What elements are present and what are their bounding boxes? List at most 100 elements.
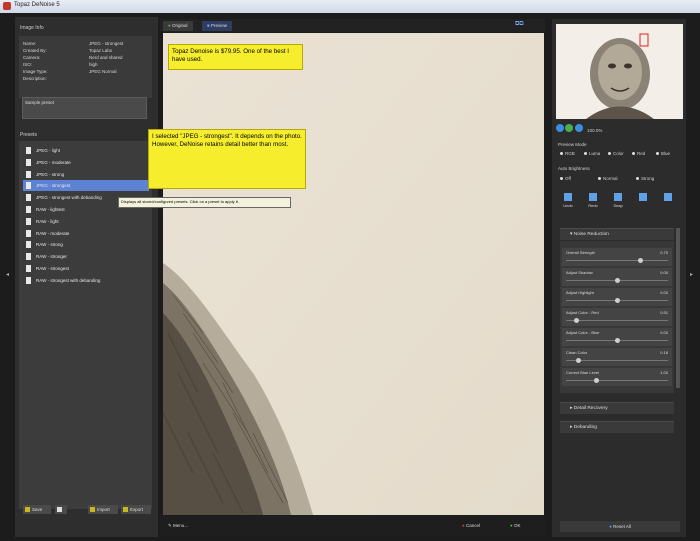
radio-dot-icon bbox=[608, 152, 611, 156]
tab-original[interactable]: ● Original bbox=[163, 21, 193, 31]
info-key: ISO: bbox=[23, 62, 33, 67]
preset-item[interactable]: JPEG - light bbox=[23, 145, 149, 156]
radio-dot-icon bbox=[560, 177, 563, 181]
save-preset-button[interactable]: Save bbox=[23, 505, 51, 514]
radio-dot-icon bbox=[636, 177, 639, 181]
preset-document-icon bbox=[26, 276, 31, 284]
slider-track[interactable] bbox=[566, 298, 668, 303]
preset-document-icon bbox=[26, 194, 31, 202]
preview-mode-label: Preview Mode bbox=[558, 142, 587, 147]
radio-option[interactable]: Blue bbox=[656, 151, 670, 156]
cancel-button[interactable]: ● Cancel bbox=[462, 521, 494, 530]
slider-value[interactable]: 1.00 bbox=[660, 370, 668, 375]
preset-item[interactable]: JPEG - moderate bbox=[23, 157, 149, 168]
compare-tool[interactable] bbox=[633, 193, 653, 211]
preset-document-icon bbox=[26, 241, 31, 249]
photo-detail bbox=[163, 33, 544, 515]
slider-track[interactable] bbox=[566, 378, 668, 383]
slider-track[interactable] bbox=[566, 338, 668, 343]
preset-item[interactable]: RAW - moderate bbox=[23, 228, 149, 239]
slider-value[interactable]: 0.51 bbox=[660, 310, 668, 315]
slider-label: Adjust Color - Red bbox=[566, 310, 599, 315]
info-value: Nerd and shared bbox=[89, 55, 123, 60]
radio-option[interactable]: Red bbox=[632, 151, 645, 156]
navigator-thumbnail[interactable] bbox=[556, 24, 683, 119]
slider-value[interactable]: 0.00 bbox=[660, 270, 668, 275]
preset-item[interactable]: RAW - strongest with debanding bbox=[23, 275, 149, 286]
section-debanding[interactable]: ▸ Debanding bbox=[560, 421, 674, 433]
slider-knob[interactable] bbox=[594, 378, 600, 383]
slider-value[interactable]: 0.70 bbox=[660, 250, 668, 255]
image-info-row: Created By: Topaz Labs bbox=[23, 48, 153, 55]
section-detail-recovery[interactable]: ▸ Detail Recovery bbox=[560, 402, 674, 414]
zoom-fit-icon[interactable] bbox=[565, 124, 574, 132]
slider-label: Clean Color bbox=[566, 350, 588, 355]
delete-preset-icon[interactable] bbox=[55, 505, 67, 514]
info-value: JPEG - strongest bbox=[89, 41, 124, 46]
reset-all-button[interactable]: ● Reset All bbox=[560, 521, 680, 532]
preset-label: RAW - strong bbox=[36, 242, 63, 248]
slider-value[interactable]: 0.00 bbox=[660, 330, 668, 335]
undo-tool[interactable]: Undo bbox=[558, 193, 578, 211]
preset-document-icon bbox=[26, 170, 31, 178]
annotation-note-price: Topaz Denoise is $79.95. One of the best… bbox=[168, 44, 303, 70]
slider-knob[interactable] bbox=[637, 258, 643, 263]
radio-option[interactable]: Normal bbox=[598, 176, 618, 181]
preset-label: JPEG - strong bbox=[36, 171, 65, 177]
radio-option[interactable]: Strong bbox=[636, 176, 654, 181]
app-icon bbox=[3, 2, 11, 10]
export-button[interactable]: Export bbox=[121, 505, 151, 514]
import-button[interactable]: Import bbox=[88, 505, 118, 514]
preset-item[interactable]: RAW - light bbox=[23, 216, 149, 227]
preset-item[interactable]: RAW - stronger bbox=[23, 251, 149, 262]
preset-label: RAW - lightest bbox=[36, 207, 65, 212]
slider-value[interactable]: 0.18 bbox=[660, 350, 668, 355]
zoom-controls: 100.0% bbox=[556, 124, 602, 134]
redo-tool[interactable]: Redo bbox=[583, 193, 603, 211]
info-value: high bbox=[89, 62, 98, 67]
presets-tooltip: Displays all stored/configured presets. … bbox=[118, 197, 291, 208]
collapse-right-arrow-icon[interactable]: ▸ bbox=[690, 272, 694, 278]
layout-tool[interactable] bbox=[658, 193, 678, 211]
slider-knob[interactable] bbox=[575, 358, 581, 363]
slider-row: Clean Color 0.18 bbox=[562, 348, 672, 366]
zoom-out-icon[interactable] bbox=[556, 124, 564, 132]
radio-option[interactable]: Color bbox=[608, 151, 624, 156]
ok-button[interactable]: ● OK bbox=[510, 521, 534, 530]
tab-preview[interactable]: ■ Preview bbox=[202, 21, 232, 31]
radio-option[interactable]: RGB bbox=[560, 151, 575, 156]
image-canvas[interactable]: Topaz Denoise is $79.95. One of the best… bbox=[163, 33, 544, 515]
preset-document-icon bbox=[26, 147, 31, 154]
description-field[interactable]: Sample preset bbox=[22, 97, 147, 119]
collapse-left-arrow-icon[interactable]: ◂ bbox=[6, 272, 10, 278]
preset-item[interactable]: JPEG - strongest bbox=[23, 180, 149, 192]
radio-option[interactable]: Off bbox=[560, 176, 571, 181]
menu-button[interactable]: ✎ Menu... bbox=[168, 521, 208, 530]
image-info-row: Image Type: JPEG Normal bbox=[23, 69, 153, 76]
slider-knob[interactable] bbox=[614, 338, 620, 343]
section-noise-reduction[interactable]: ▾ Noise Reduction bbox=[560, 228, 674, 240]
slider-track[interactable] bbox=[566, 318, 668, 323]
radio-option[interactable]: Luma bbox=[584, 151, 600, 156]
navigator-portrait bbox=[556, 24, 683, 119]
preset-item[interactable]: RAW - strongest bbox=[23, 263, 149, 274]
preset-item[interactable]: RAW - strong bbox=[23, 239, 149, 250]
zoom-level: 100.0% bbox=[587, 128, 603, 133]
zoom-in-icon[interactable] bbox=[574, 124, 583, 132]
slider-track[interactable] bbox=[566, 278, 668, 283]
slider-knob[interactable] bbox=[614, 298, 620, 303]
window-title: Topaz DeNoise 5 bbox=[14, 2, 60, 8]
title-bar: Topaz DeNoise 5 bbox=[0, 0, 700, 14]
panel-scrollbar[interactable] bbox=[676, 228, 680, 388]
preset-item[interactable]: JPEG - strong bbox=[23, 169, 149, 180]
slider-knob[interactable] bbox=[573, 318, 579, 323]
compare-view-icon[interactable]: ⧉⧉ bbox=[515, 21, 541, 30]
snap-tool[interactable]: Snap bbox=[608, 193, 628, 211]
preset-label: RAW - moderate bbox=[36, 230, 70, 236]
slider-knob[interactable] bbox=[614, 278, 620, 283]
radio-dot-icon bbox=[632, 152, 635, 156]
slider-track[interactable] bbox=[566, 258, 668, 263]
preset-label: JPEG - moderate bbox=[36, 159, 71, 165]
slider-value[interactable]: 0.00 bbox=[660, 290, 668, 295]
slider-track[interactable] bbox=[566, 358, 668, 363]
